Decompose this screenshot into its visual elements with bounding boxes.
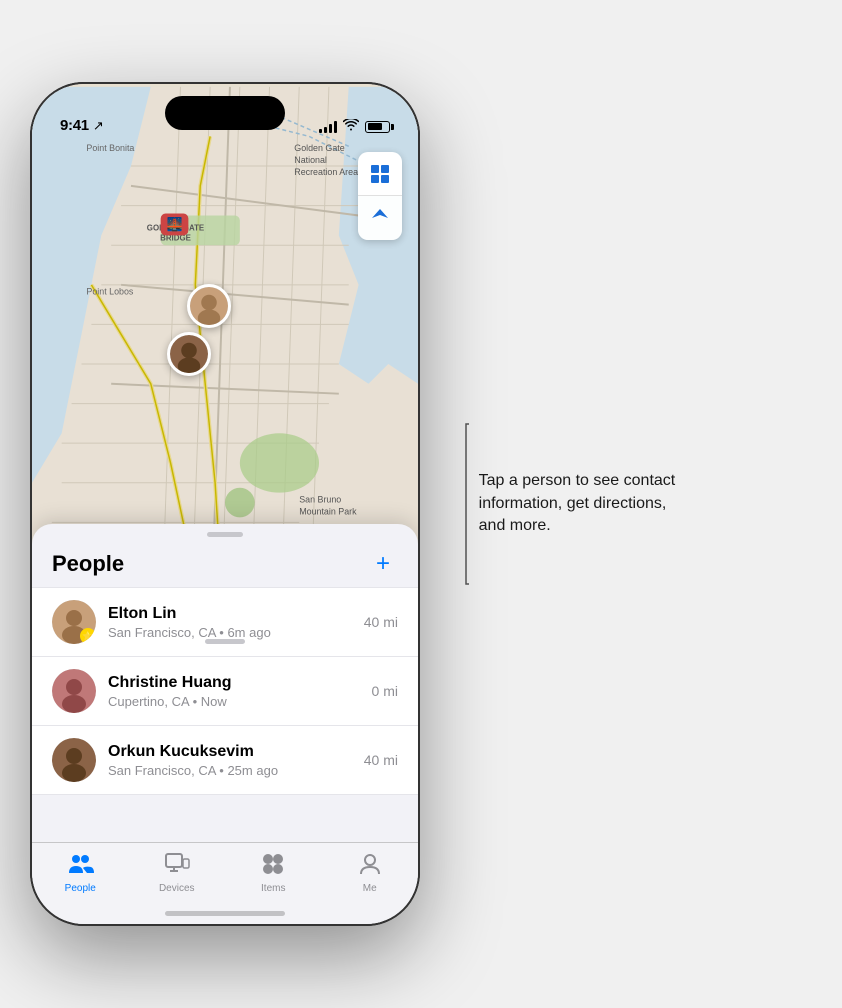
svg-text:Mountain Park: Mountain Park bbox=[299, 506, 357, 516]
person-name-0: Elton Lin bbox=[108, 605, 364, 623]
person-avatar-1 bbox=[52, 669, 96, 713]
svg-text:Recreation Area: Recreation Area bbox=[294, 167, 358, 177]
tab-devices[interactable]: Devices bbox=[129, 851, 226, 894]
person-info-2: Orkun Kucuksevim San Francisco, CA • 25m… bbox=[108, 743, 364, 778]
battery-icon bbox=[365, 121, 390, 133]
side-button bbox=[419, 282, 420, 342]
person-location-1: Cupertino, CA • Now bbox=[108, 694, 372, 709]
tab-people[interactable]: People bbox=[32, 851, 129, 894]
home-indicator bbox=[165, 911, 285, 916]
tab-items[interactable]: Items bbox=[225, 851, 322, 894]
location-button[interactable] bbox=[358, 196, 402, 240]
person-distance-0: 40 mi bbox=[364, 614, 398, 630]
sheet-drag-handle[interactable] bbox=[205, 639, 245, 644]
person-avatar-0: ⭐ bbox=[52, 600, 96, 644]
person-location-0: San Francisco, CA • 6m ago bbox=[108, 625, 364, 640]
svg-text:🌉: 🌉 bbox=[167, 216, 183, 231]
bracket-icon bbox=[460, 414, 469, 594]
add-person-button[interactable]: + bbox=[368, 549, 398, 579]
person-item-1[interactable]: Christine Huang Cupertino, CA • Now 0 mi bbox=[32, 657, 418, 726]
person-item-2[interactable]: Orkun Kucuksevim San Francisco, CA • 25m… bbox=[32, 726, 418, 795]
me-tab-icon bbox=[356, 851, 384, 880]
favorite-star-icon: ⭐ bbox=[80, 628, 96, 644]
svg-text:Point Lobos: Point Lobos bbox=[86, 287, 134, 297]
tab-me-label: Me bbox=[363, 883, 377, 894]
sheet-title: People bbox=[52, 551, 124, 577]
svg-text:Golden Gate: Golden Gate bbox=[294, 143, 344, 153]
devices-tab-icon bbox=[163, 851, 191, 880]
items-tab-icon bbox=[259, 851, 287, 880]
iphone-frame: 9:41 ↗ bbox=[30, 82, 420, 926]
person-distance-1: 0 mi bbox=[372, 683, 398, 699]
person-distance-2: 40 mi bbox=[364, 752, 398, 768]
person-name-1: Christine Huang bbox=[108, 674, 372, 692]
person-item-0[interactable]: ⭐ Elton Lin San Francisco, CA • 6m ago bbox=[32, 587, 418, 657]
svg-text:Point Bonita: Point Bonita bbox=[86, 143, 134, 153]
people-list: ⭐ Elton Lin San Francisco, CA • 6m ago bbox=[32, 587, 418, 795]
sheet-header: People + bbox=[32, 537, 418, 587]
tab-me[interactable]: Me bbox=[322, 851, 419, 894]
status-time: 9:41 bbox=[60, 117, 89, 134]
signal-icon bbox=[319, 121, 337, 133]
tab-people-label: People bbox=[65, 883, 96, 894]
person-location-2: San Francisco, CA • 25m ago bbox=[108, 763, 364, 778]
tab-devices-label: Devices bbox=[159, 883, 195, 894]
person-name-2: Orkun Kucuksevim bbox=[108, 743, 364, 761]
map-view-button[interactable] bbox=[358, 152, 402, 196]
person-info-1: Christine Huang Cupertino, CA • Now bbox=[108, 674, 372, 709]
svg-text:National: National bbox=[294, 155, 327, 165]
location-arrow-icon: ↗ bbox=[93, 118, 104, 134]
annotation: Tap a person to see contact information,… bbox=[460, 414, 680, 594]
person-2-map-pin[interactable] bbox=[167, 332, 211, 376]
wifi-icon bbox=[343, 119, 359, 134]
annotation-text: Tap a person to see contact information,… bbox=[479, 470, 680, 537]
person-info-0: Elton Lin San Francisco, CA • 6m ago bbox=[108, 605, 364, 640]
dynamic-island bbox=[165, 96, 285, 130]
svg-text:San Bruno: San Bruno bbox=[299, 495, 341, 505]
people-tab-icon bbox=[66, 851, 94, 880]
person-avatar-2 bbox=[52, 738, 96, 782]
tab-items-label: Items bbox=[261, 883, 285, 894]
map-controls bbox=[358, 152, 402, 240]
person-1-map-pin[interactable] bbox=[187, 284, 231, 328]
